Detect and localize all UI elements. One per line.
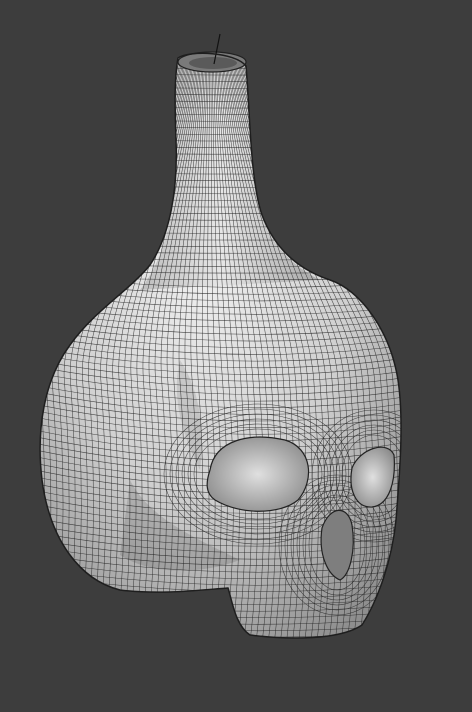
3d-viewport[interactable]	[0, 0, 472, 712]
wire-edge-latitudinal	[40, 625, 402, 638]
left-eye-socket	[206, 436, 310, 512]
wire-edge-latitudinal	[40, 632, 402, 638]
bottle-opening-hole	[189, 57, 237, 69]
wireframe-skull-bottle-model[interactable]	[0, 0, 472, 712]
wire-edge-latitudinal	[30, 640, 420, 650]
